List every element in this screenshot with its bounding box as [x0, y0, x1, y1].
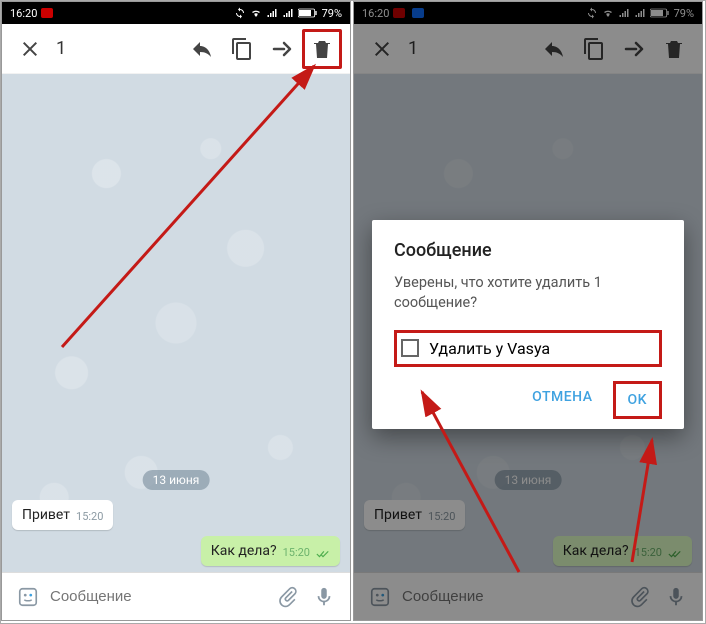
delete-button[interactable] — [302, 29, 342, 69]
cancel-button[interactable]: ОТМЕНА — [520, 381, 604, 419]
selection-count: 1 — [56, 38, 66, 59]
mic-button[interactable] — [306, 579, 342, 615]
dialog-message: Уверены, что хотите удалить 1 сообщение? — [394, 273, 662, 314]
chat-area[interactable]: 13 июня Привет 15:20 Как дела? 15:20 — [2, 74, 350, 572]
clock: 16:20 — [10, 7, 37, 20]
input-bar — [2, 572, 350, 620]
sync-icon — [234, 7, 246, 19]
message-incoming[interactable]: Привет 15:20 — [12, 500, 113, 530]
close-selection-button[interactable] — [10, 29, 50, 69]
youtube-icon — [41, 8, 53, 18]
signal2-icon — [282, 7, 294, 19]
checkbox-icon[interactable] — [401, 339, 419, 357]
copy-icon — [230, 37, 254, 61]
message-text: Как дела? — [211, 543, 277, 559]
message-text: Привет — [22, 507, 70, 523]
battery-icon — [298, 7, 318, 19]
copy-button[interactable] — [222, 29, 262, 69]
date-label: 13 июня — [143, 470, 210, 490]
forward-icon — [270, 37, 294, 61]
forward-button[interactable] — [262, 29, 302, 69]
sticker-button[interactable] — [10, 579, 46, 615]
close-icon — [18, 37, 42, 61]
sticker-icon — [17, 586, 39, 608]
wifi-icon — [250, 7, 262, 19]
message-input[interactable] — [46, 582, 270, 611]
attachment-button[interactable] — [270, 579, 306, 615]
reply-button[interactable] — [182, 29, 222, 69]
message-time: 15:20 — [283, 546, 310, 559]
dialog-actions: ОТМЕНА OK — [394, 381, 662, 419]
ok-button[interactable]: OK — [613, 381, 663, 419]
reply-icon — [190, 37, 214, 61]
selection-toolbar: 1 — [2, 24, 350, 74]
dialog-title: Сообщение — [394, 240, 662, 261]
statusbar: 16:20 79% — [2, 2, 350, 24]
read-ticks-icon — [316, 549, 330, 559]
battery-pct: 79% — [322, 7, 342, 20]
trash-icon — [310, 37, 334, 61]
message-outgoing[interactable]: Как дела? 15:20 — [201, 536, 340, 566]
message-time: 15:20 — [76, 510, 103, 523]
checkbox-label: Удалить у Vasya — [429, 339, 550, 358]
mic-icon — [313, 586, 335, 608]
delete-for-user-row[interactable]: Удалить у Vasya — [394, 330, 662, 367]
delete-dialog: Сообщение Уверены, что хотите удалить 1 … — [372, 220, 684, 429]
paperclip-icon — [277, 586, 299, 608]
signal-icon — [266, 7, 278, 19]
phone-left: 16:20 79% 1 — [1, 1, 351, 621]
phone-right: 16:20 79% 1 13 июня — [353, 1, 703, 621]
